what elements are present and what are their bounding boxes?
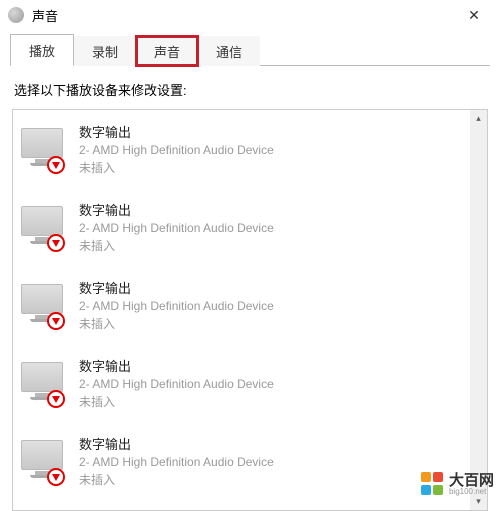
watermark: 大百网 big100.net xyxy=(421,472,494,496)
scroll-up-icon[interactable]: ▴ xyxy=(470,110,487,127)
monitor-icon xyxy=(17,438,69,484)
monitor-icon xyxy=(17,126,69,172)
tab-playback[interactable]: 播放 xyxy=(10,34,74,66)
tab-bar: 播放 录制 声音 通信 xyxy=(10,36,490,66)
device-desc: 2- AMD High Definition Audio Device xyxy=(79,143,274,157)
unplugged-badge-icon xyxy=(47,312,65,330)
device-desc: 2- AMD High Definition Audio Device xyxy=(79,455,274,469)
device-item[interactable]: 数字输出2- AMD High Definition Audio Device未… xyxy=(13,500,470,511)
window-title: 声音 xyxy=(32,6,58,25)
device-status: 未插入 xyxy=(79,159,274,176)
device-status: 未插入 xyxy=(79,393,274,410)
device-desc: 2- AMD High Definition Audio Device xyxy=(79,377,274,391)
device-text: 数字输出 2- AMD High Definition Audio Device 未… xyxy=(79,278,274,332)
device-text: 数字输出 2- AMD High Definition Audio Device 未… xyxy=(79,434,274,488)
device-desc: 2- AMD High Definition Audio Device xyxy=(79,299,274,313)
sound-icon xyxy=(8,7,24,23)
watermark-brand: 大百网 xyxy=(449,473,494,488)
dialog-content: 播放 录制 声音 通信 选择以下播放设备来修改设置: 数字输出 2- AMD Hi… xyxy=(0,30,500,511)
watermark-logo-icon xyxy=(421,472,445,496)
titlebar: 声音 ✕ xyxy=(0,0,500,30)
device-status: 未插入 xyxy=(79,237,274,254)
monitor-icon xyxy=(17,360,69,406)
monitor-icon xyxy=(17,282,69,328)
device-item[interactable]: 数字输出 2- AMD High Definition Audio Device 未… xyxy=(13,422,470,500)
watermark-url: big100.net xyxy=(449,488,494,496)
tab-sounds[interactable]: 声音 xyxy=(136,36,198,66)
device-item[interactable]: 数字输出 2- AMD High Definition Audio Device 未… xyxy=(13,266,470,344)
device-status: 未插入 xyxy=(79,471,274,488)
instruction-text: 选择以下播放设备来修改设置: xyxy=(10,66,490,109)
device-name: 数字输出 xyxy=(79,278,274,297)
device-items: 数字输出 2- AMD High Definition Audio Device 未… xyxy=(13,110,487,511)
close-button[interactable]: ✕ xyxy=(452,0,496,30)
unplugged-badge-icon xyxy=(47,234,65,252)
device-text: 数字输出 2- AMD High Definition Audio Device 未… xyxy=(79,200,274,254)
device-desc: 2- AMD High Definition Audio Device xyxy=(79,221,274,235)
scrollbar[interactable]: ▴ ▾ xyxy=(470,110,487,510)
device-text: 数字输出 2- AMD High Definition Audio Device 未… xyxy=(79,356,274,410)
monitor-icon xyxy=(17,204,69,250)
unplugged-badge-icon xyxy=(47,468,65,486)
unplugged-badge-icon xyxy=(47,390,65,408)
device-item[interactable]: 数字输出 2- AMD High Definition Audio Device 未… xyxy=(13,188,470,266)
device-item[interactable]: 数字输出 2- AMD High Definition Audio Device 未… xyxy=(13,110,470,188)
device-name: 数字输出 xyxy=(79,434,274,453)
device-name: 数字输出 xyxy=(79,122,274,141)
device-status: 未插入 xyxy=(79,315,274,332)
device-name: 数字输出 xyxy=(79,356,274,375)
device-item[interactable]: 数字输出 2- AMD High Definition Audio Device 未… xyxy=(13,344,470,422)
tab-recording[interactable]: 录制 xyxy=(74,36,136,66)
unplugged-badge-icon xyxy=(47,156,65,174)
device-name: 数字输出 xyxy=(79,200,274,219)
device-text: 数字输出 2- AMD High Definition Audio Device 未… xyxy=(79,122,274,176)
device-list: 数字输出 2- AMD High Definition Audio Device 未… xyxy=(12,109,488,511)
tab-communications[interactable]: 通信 xyxy=(198,36,260,66)
